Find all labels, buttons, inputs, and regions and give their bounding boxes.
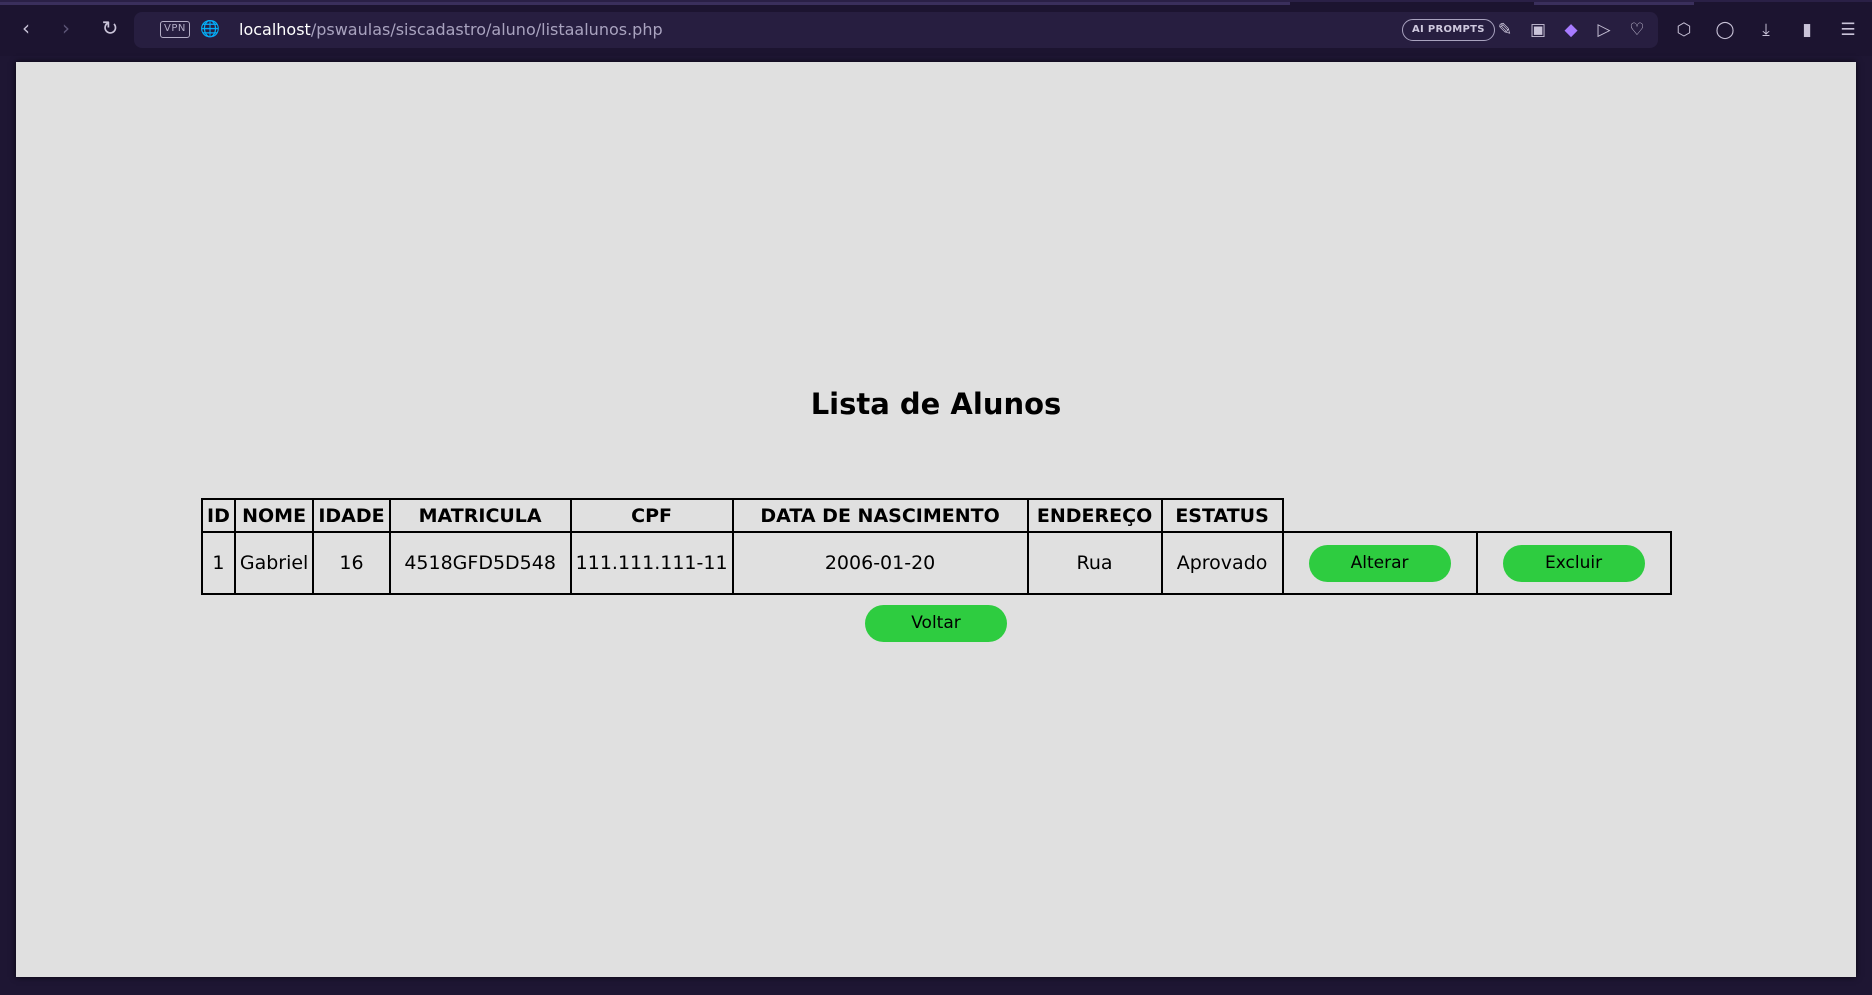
camera-icon[interactable]: ▣ xyxy=(1527,19,1549,41)
back-arrow-icon[interactable]: ‹ xyxy=(14,16,38,40)
menu-icon[interactable]: ☰ xyxy=(1836,18,1860,42)
cell-cpf: 111.111.111-11 xyxy=(569,531,734,595)
header-cpf: CPF xyxy=(569,498,734,533)
page-title: Lista de Alunos xyxy=(810,387,1062,421)
cell-idade: 16 xyxy=(312,531,391,595)
forward-arrow-icon[interactable]: › xyxy=(54,16,78,40)
cell-nome: Gabriel xyxy=(233,531,315,595)
cell-endereco: Rua xyxy=(1026,531,1163,595)
header-matricula: MATRICULA xyxy=(388,498,572,533)
ai-prompts-button[interactable]: AI PROMPTS xyxy=(1402,19,1495,41)
header-estatus: ESTATUS xyxy=(1160,498,1284,533)
shield-icon[interactable]: ◆ xyxy=(1560,19,1582,41)
table-row: 1 Gabriel 16 4518GFD5D548 111.111.111-11… xyxy=(201,531,1672,595)
header-endereco: ENDEREÇO xyxy=(1026,498,1163,533)
page-viewport: Lista de Alunos ID NOME IDADE MATRICULA … xyxy=(16,62,1856,977)
students-table: ID NOME IDADE MATRICULA CPF DATA DE NASC… xyxy=(201,498,1672,595)
address-bar[interactable]: VPN 🌐 localhost/pswaulas/siscadastro/alu… xyxy=(134,12,1658,48)
header-nome: NOME xyxy=(233,498,315,533)
tab-strip xyxy=(1534,2,1694,5)
edit-icon[interactable]: ✎ xyxy=(1494,19,1516,41)
cell-estatus: Aprovado xyxy=(1160,531,1284,595)
header-id: ID xyxy=(201,498,236,533)
profile-icon[interactable]: ◯ xyxy=(1713,18,1737,42)
table-header-row: ID NOME IDADE MATRICULA CPF DATA DE NASC… xyxy=(201,498,1671,533)
alterar-button[interactable]: Alterar xyxy=(1308,544,1451,582)
cell-excluir: Excluir xyxy=(1475,531,1672,595)
globe-icon[interactable]: 🌐 xyxy=(200,19,220,39)
excluir-button[interactable]: Excluir xyxy=(1502,544,1645,582)
box-icon[interactable]: ⬡ xyxy=(1672,18,1696,42)
battery-icon[interactable]: ▮ xyxy=(1795,18,1819,42)
cell-data-nascimento: 2006-01-20 xyxy=(731,531,1029,595)
reload-icon[interactable]: ↻ xyxy=(98,16,122,40)
url-host: localhost xyxy=(239,20,311,39)
cell-id: 1 xyxy=(201,531,236,595)
header-idade: IDADE xyxy=(312,498,391,533)
header-empty xyxy=(1282,499,1477,533)
url-path: /pswaulas/siscadastro/aluno/listaalunos.… xyxy=(310,20,663,39)
voltar-button[interactable]: Voltar xyxy=(865,605,1007,642)
heart-icon[interactable]: ♡ xyxy=(1626,19,1648,41)
header-data-nascimento: DATA DE NASCIMENTO xyxy=(731,498,1029,533)
tab-strip xyxy=(0,2,1290,5)
header-empty xyxy=(1476,499,1671,533)
cell-alterar: Alterar xyxy=(1281,531,1478,595)
download-icon[interactable]: ⤓ xyxy=(1754,18,1778,42)
vpn-badge[interactable]: VPN xyxy=(160,21,190,38)
send-icon[interactable]: ▷ xyxy=(1593,19,1615,41)
browser-toolbar: ‹ › ↻ VPN 🌐 localhost/pswaulas/siscadast… xyxy=(0,0,1872,56)
cell-matricula: 4518GFD5D548 xyxy=(388,531,572,595)
url-text[interactable]: localhost/pswaulas/siscadastro/aluno/lis… xyxy=(239,20,663,40)
